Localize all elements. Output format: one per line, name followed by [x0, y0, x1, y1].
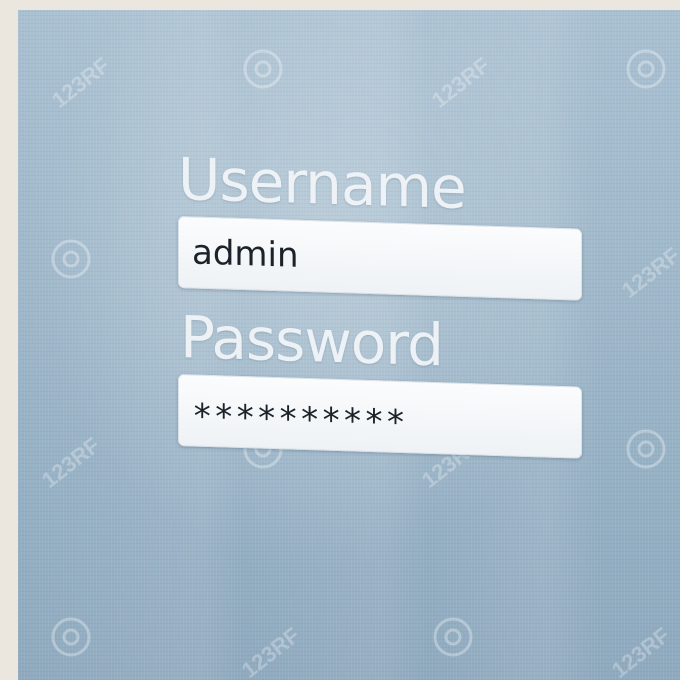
login-form: Username admin Password **********: [178, 145, 588, 459]
password-value: **********: [192, 396, 407, 444]
photo: 123RF 123RF 123RF 123RF 123RF 123RF 123R…: [18, 10, 680, 680]
watermark-camera-icon: [51, 239, 91, 279]
watermark-camera-icon: [433, 617, 473, 657]
watermark-camera-icon: [626, 429, 666, 469]
password-label: Password: [180, 303, 443, 380]
watermark-text: 123RF: [426, 52, 495, 113]
watermark-text: 123RF: [236, 622, 305, 680]
username-field[interactable]: admin: [178, 216, 582, 301]
username-value: admin: [192, 232, 299, 276]
watermark-text: 123RF: [36, 432, 105, 493]
password-field[interactable]: **********: [178, 374, 582, 459]
watermark-camera-icon: [243, 49, 283, 89]
watermark-text: 123RF: [46, 52, 115, 113]
watermark-text: 123RF: [616, 242, 680, 303]
watermark-camera-icon: [626, 49, 666, 89]
watermark-camera-icon: [51, 617, 91, 657]
username-label: Username: [178, 145, 466, 223]
watermark-text: 123RF: [606, 622, 675, 680]
